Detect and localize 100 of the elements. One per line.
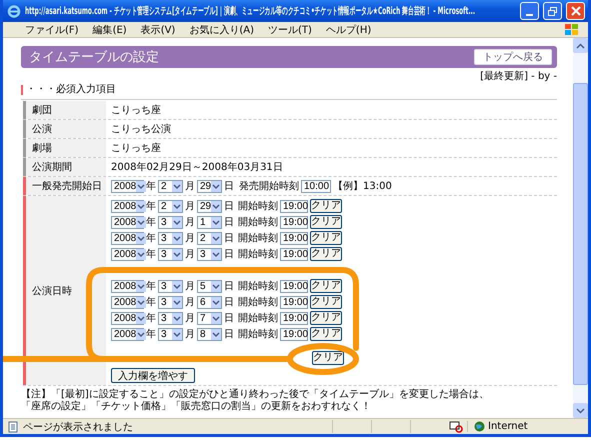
start-time-field[interactable]: 19:00	[280, 296, 308, 308]
clear-button[interactable]: クリア	[310, 199, 342, 213]
month-select[interactable]: 3	[158, 232, 183, 244]
day-select[interactable]: 5	[197, 280, 222, 292]
start-time-field[interactable]: 19:00	[280, 328, 308, 340]
dropdown-arrow-icon	[136, 216, 146, 228]
start-time-field[interactable]: 19:00	[280, 232, 308, 244]
day-select[interactable]: 7	[197, 312, 222, 324]
minimize-button[interactable]	[520, 2, 539, 20]
close-button[interactable]	[566, 2, 585, 20]
day-select[interactable]: 1	[197, 216, 222, 228]
dropdown-arrow-icon	[211, 180, 222, 192]
year-select[interactable]: 2008	[111, 216, 144, 228]
menu-item[interactable]: 表示(V)	[140, 22, 176, 36]
unit-label: 年	[146, 312, 156, 325]
start-time-field[interactable]: 19:00	[280, 280, 308, 292]
unit-label: 月	[185, 296, 195, 309]
day-select[interactable]: 29	[197, 200, 222, 212]
note-text: 「座席の設定」「チケット価格」「販売窓口の割当」の更新をおわすれなく！	[21, 401, 372, 413]
unit-label: 月	[185, 216, 195, 229]
month-select[interactable]: 3	[158, 216, 183, 228]
menu-item[interactable]: ヘルプ(H)	[326, 22, 372, 36]
start-time-label: 開始時刻	[238, 248, 278, 261]
windows-flag-icon	[564, 22, 580, 36]
dropdown-arrow-icon	[172, 296, 182, 308]
unit-label: 年	[146, 232, 156, 245]
day-select[interactable]: 2	[197, 232, 222, 244]
year-select[interactable]: 2008	[111, 180, 144, 192]
month-select[interactable]: 3	[158, 248, 183, 260]
scroll-up-button[interactable]	[573, 38, 588, 53]
dropdown-arrow-icon	[211, 312, 221, 324]
day-select[interactable]: 6	[197, 296, 222, 308]
day-select[interactable]: 3	[197, 248, 222, 260]
dropdown-arrow-icon	[172, 232, 182, 244]
year-select[interactable]: 2008	[111, 280, 144, 292]
clear-button[interactable]: クリア	[310, 279, 342, 293]
field-value: こりっち座	[111, 142, 161, 155]
dropdown-arrow-icon	[136, 328, 146, 340]
security-zone-label: Internet	[488, 421, 528, 432]
year-select[interactable]: 2008	[111, 200, 144, 212]
month-select[interactable]: 3	[158, 296, 183, 308]
back-to-top-button[interactable]: トップへ戻る	[474, 49, 552, 65]
dropdown-arrow-icon	[136, 248, 146, 260]
field-value: こりっち公演	[111, 122, 171, 136]
start-time-field[interactable]: 19:00	[280, 312, 308, 324]
dropdown-arrow-icon	[136, 200, 146, 212]
month-select[interactable]: 3	[158, 312, 183, 324]
start-time-label: 開始時刻	[238, 312, 278, 325]
year-select[interactable]: 2008	[111, 232, 144, 244]
page-icon	[7, 420, 19, 432]
clear-button[interactable]: クリア	[310, 231, 342, 245]
sale-time-field[interactable]: 10:00	[301, 180, 331, 192]
unit-label: 日	[224, 248, 234, 261]
field-label: 劇場	[23, 139, 106, 157]
start-time-field[interactable]: 19:00	[280, 248, 308, 260]
unit-label: 年	[146, 200, 156, 213]
menu-item[interactable]: ツール(T)	[268, 22, 312, 36]
add-rows-button[interactable]: 入力欄を増やす	[111, 368, 195, 383]
blocked-popup-icon	[449, 420, 463, 432]
clear-button[interactable]: クリア	[310, 247, 342, 261]
year-select[interactable]: 2008	[111, 328, 144, 340]
year-select[interactable]: 2008	[111, 296, 144, 308]
status-text: ページが表示されました	[23, 420, 134, 434]
day-select[interactable]: 8	[197, 328, 222, 340]
start-time-field[interactable]: 19:00	[280, 216, 308, 228]
month-select[interactable]: 2	[158, 180, 183, 192]
clear-button[interactable]: クリア	[310, 327, 342, 341]
dropdown-arrow-icon	[211, 280, 221, 292]
day-select[interactable]: 29	[197, 180, 222, 192]
clear-button[interactable]: クリア	[310, 215, 342, 229]
dropdown-arrow-icon	[211, 296, 221, 308]
dropdown-arrow-icon	[211, 216, 221, 228]
month-select[interactable]: 3	[158, 328, 183, 340]
menu-item[interactable]: 編集(E)	[92, 22, 127, 36]
start-time-label: 開始時刻	[238, 296, 278, 309]
unit-label: 月	[185, 328, 195, 341]
restore-button[interactable]	[543, 2, 562, 20]
scrollbar-thumb[interactable]	[573, 83, 588, 385]
dropdown-arrow-icon	[211, 232, 221, 244]
clear-button[interactable]: クリア	[312, 351, 344, 365]
minimize-icon	[526, 14, 533, 16]
required-legend: ・・・必須入力項目	[26, 84, 116, 96]
menu-item[interactable]: ファイル(F)	[25, 22, 79, 36]
dropdown-arrow-icon	[172, 248, 182, 260]
menu-item[interactable]: お気に入り(A)	[189, 22, 254, 36]
year-select[interactable]: 2008	[111, 248, 144, 260]
year-select[interactable]: 2008	[111, 312, 144, 324]
unit-label: 月	[185, 248, 195, 261]
clear-button[interactable]: クリア	[310, 295, 342, 309]
unit-label: 日	[224, 216, 234, 229]
scroll-down-button[interactable]	[573, 403, 588, 418]
clear-button[interactable]: クリア	[310, 311, 342, 325]
field-label: 一般発売開始日	[23, 177, 106, 195]
browser-logo-icon	[7, 4, 21, 18]
month-select[interactable]: 2	[158, 200, 183, 212]
dropdown-arrow-icon	[211, 328, 221, 340]
dropdown-arrow-icon	[136, 180, 146, 192]
close-icon	[570, 6, 580, 16]
month-select[interactable]: 3	[158, 280, 183, 292]
start-time-field[interactable]: 19:00	[280, 200, 308, 212]
